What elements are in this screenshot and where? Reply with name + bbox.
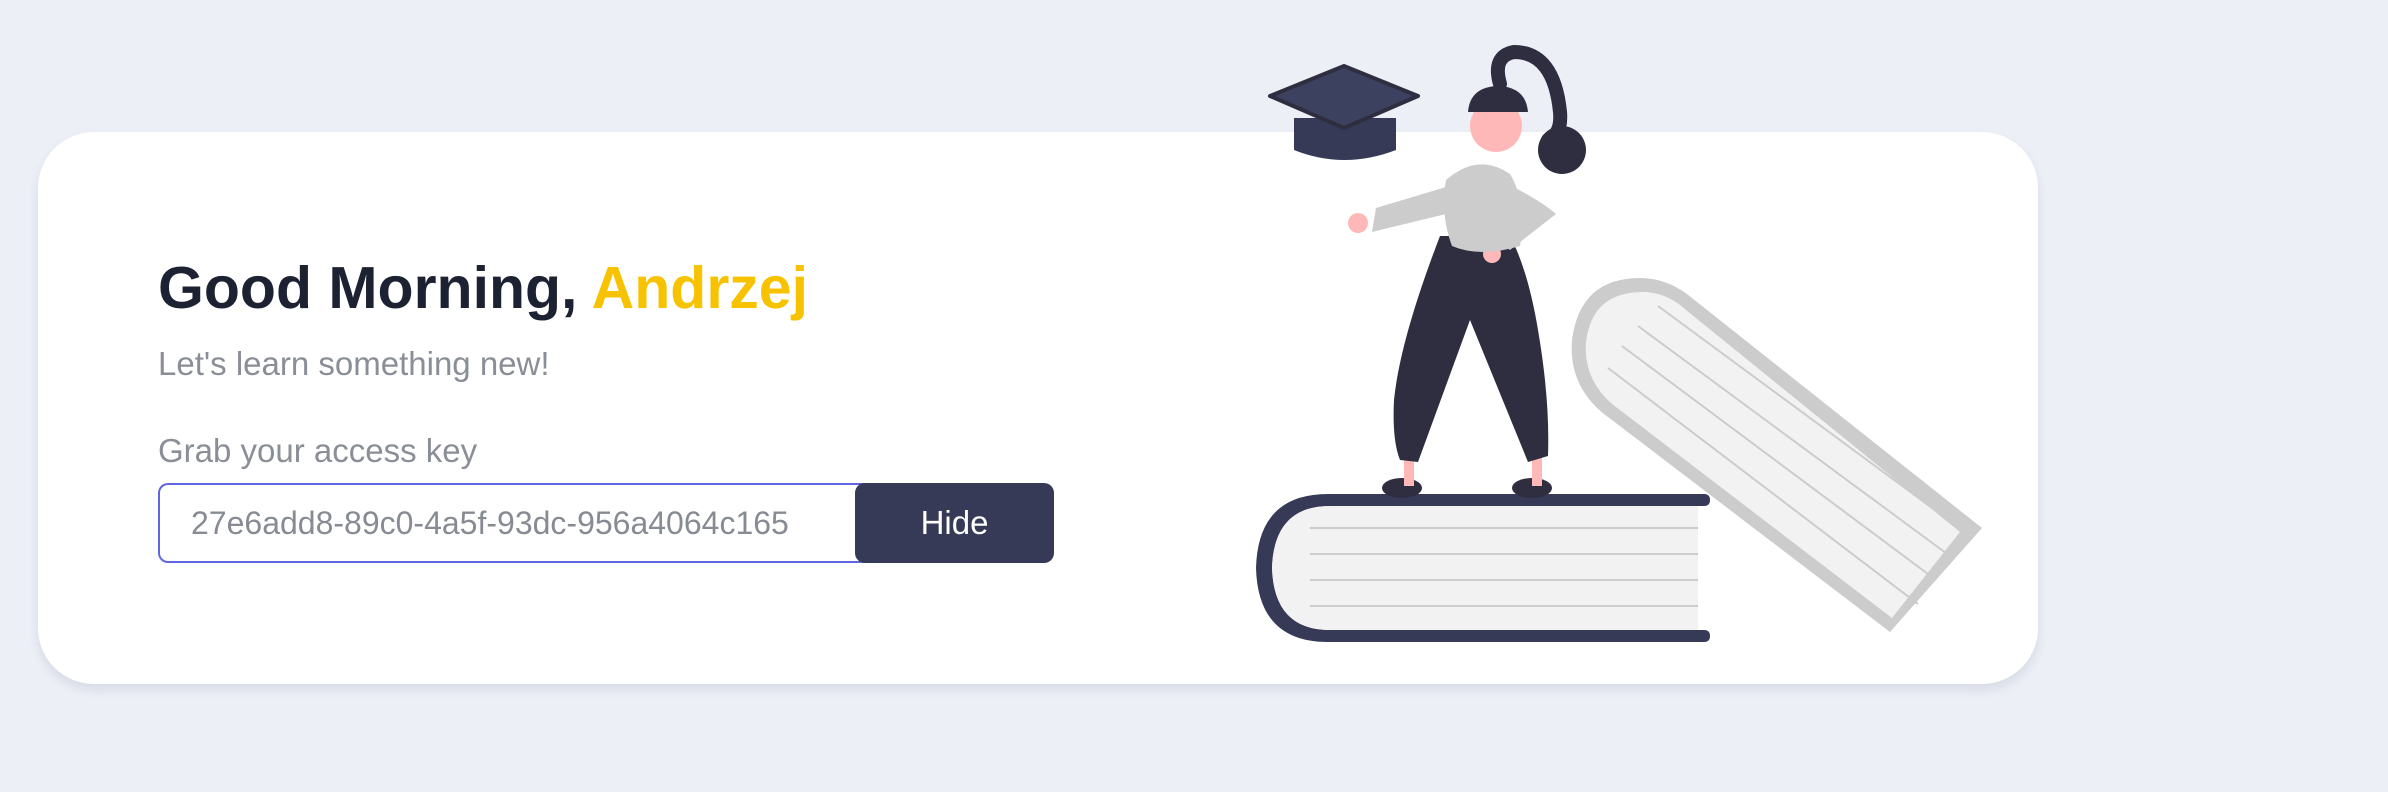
graduation-cap-icon — [1268, 64, 1420, 160]
user-name: Andrzej — [591, 255, 809, 321]
access-key-input[interactable] — [158, 483, 878, 563]
greeting-heading: Good Morning, Andrzej — [158, 252, 808, 324]
hide-key-button[interactable]: Hide — [855, 483, 1054, 563]
greeting-subtitle: Let's learn something new! — [158, 345, 550, 382]
access-key-label: Grab your access key — [158, 432, 478, 469]
student-on-books-illustration — [1256, 44, 1982, 642]
access-key-group: Hide — [158, 483, 1054, 563]
greeting-prefix: Good Morning, — [158, 255, 592, 321]
closed-book-lying — [1256, 494, 1710, 642]
